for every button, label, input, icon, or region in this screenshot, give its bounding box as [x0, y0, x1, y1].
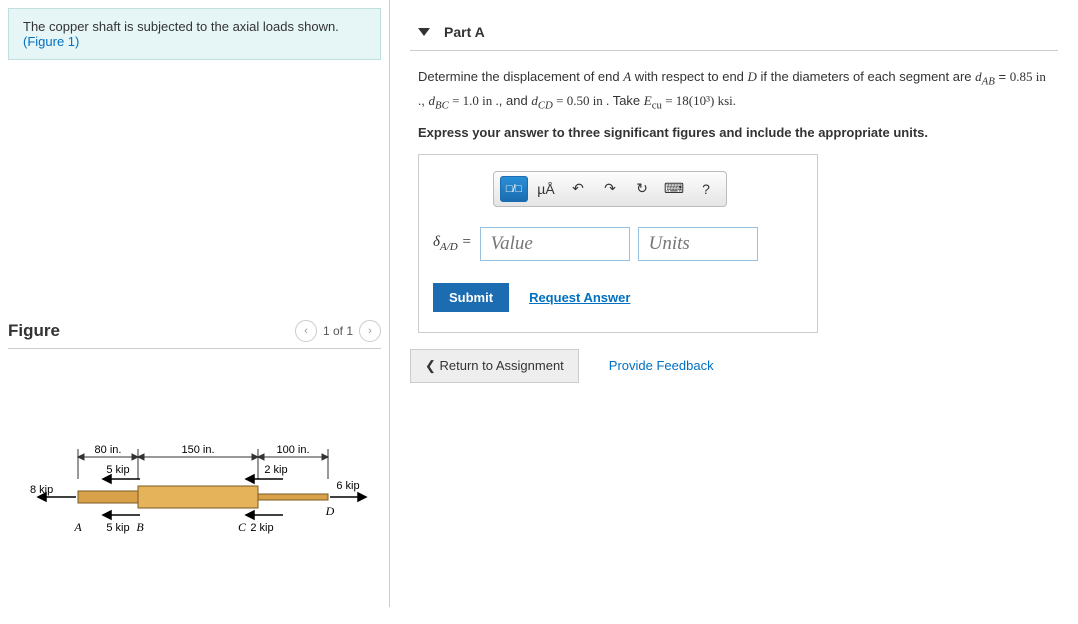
template-button[interactable]: □/□ — [500, 176, 528, 202]
next-figure-button[interactable]: › — [359, 320, 381, 342]
request-answer-link[interactable]: Request Answer — [529, 290, 630, 305]
keyboard-button[interactable]: ⌨ — [660, 176, 688, 202]
load-b-bot: 5 kip — [106, 522, 129, 534]
answer-box: □/□ µÅ ↶ ↷ ↻ ⌨ ? δA/D = Submit Request A… — [418, 154, 818, 333]
dim-cd: 100 in. — [276, 444, 309, 456]
submit-row: Submit Request Answer — [433, 283, 803, 312]
pager-label: 1 of 1 — [323, 324, 353, 338]
dim-ab: 80 in. — [95, 444, 122, 456]
part-label: Part A — [444, 24, 485, 40]
load-a: 8 kip — [30, 484, 53, 496]
undo-button[interactable]: ↶ — [564, 176, 592, 202]
load-b-top: 5 kip — [106, 464, 129, 476]
answer-inputs: δA/D = — [433, 227, 803, 261]
chevron-down-icon — [418, 28, 430, 36]
figure-link[interactable]: (Figure 1) — [23, 34, 79, 49]
left-panel: The copper shaft is subjected to the axi… — [0, 0, 390, 607]
pt-c: C — [238, 520, 247, 534]
figure-title: Figure — [8, 321, 60, 341]
return-button[interactable]: ❮ Return to Assignment — [410, 349, 579, 383]
feedback-link[interactable]: Provide Feedback — [609, 358, 714, 373]
pt-d: D — [325, 504, 335, 518]
load-c-top: 2 kip — [264, 464, 287, 476]
question-text: Determine the displacement of end A with… — [410, 51, 1058, 121]
problem-statement: The copper shaft is subjected to the axi… — [8, 8, 381, 60]
load-d: 6 kip — [336, 480, 359, 492]
load-c-bot: 2 kip — [250, 522, 273, 534]
dim-bc: 150 in. — [181, 444, 214, 456]
answer-toolbar: □/□ µÅ ↶ ↷ ↻ ⌨ ? — [493, 171, 727, 207]
right-panel: Part A Determine the displacement of end… — [390, 0, 1078, 607]
units-symbol-button[interactable]: µÅ — [532, 176, 560, 202]
problem-text: The copper shaft is subjected to the axi… — [23, 19, 339, 34]
submit-button[interactable]: Submit — [433, 283, 509, 312]
value-input[interactable] — [480, 227, 630, 261]
answer-instruction: Express your answer to three significant… — [410, 121, 1058, 154]
pt-a: A — [73, 520, 82, 534]
part-header[interactable]: Part A — [410, 14, 1058, 51]
figure-pager: ‹ 1 of 1 › — [295, 320, 381, 342]
answer-lhs: δA/D = — [433, 234, 472, 253]
figure-diagram: 80 in. 150 in. 100 in. 8 kip 5 kip 5 kip… — [18, 439, 381, 599]
prev-figure-button[interactable]: ‹ — [295, 320, 317, 342]
footer-row: ❮ Return to Assignment Provide Feedback — [410, 349, 1058, 383]
help-button[interactable]: ? — [692, 176, 720, 202]
units-input[interactable] — [638, 227, 758, 261]
pt-b: B — [136, 520, 144, 534]
redo-button[interactable]: ↷ — [596, 176, 624, 202]
figure-header: Figure ‹ 1 of 1 › — [8, 320, 381, 349]
reset-button[interactable]: ↻ — [628, 176, 656, 202]
